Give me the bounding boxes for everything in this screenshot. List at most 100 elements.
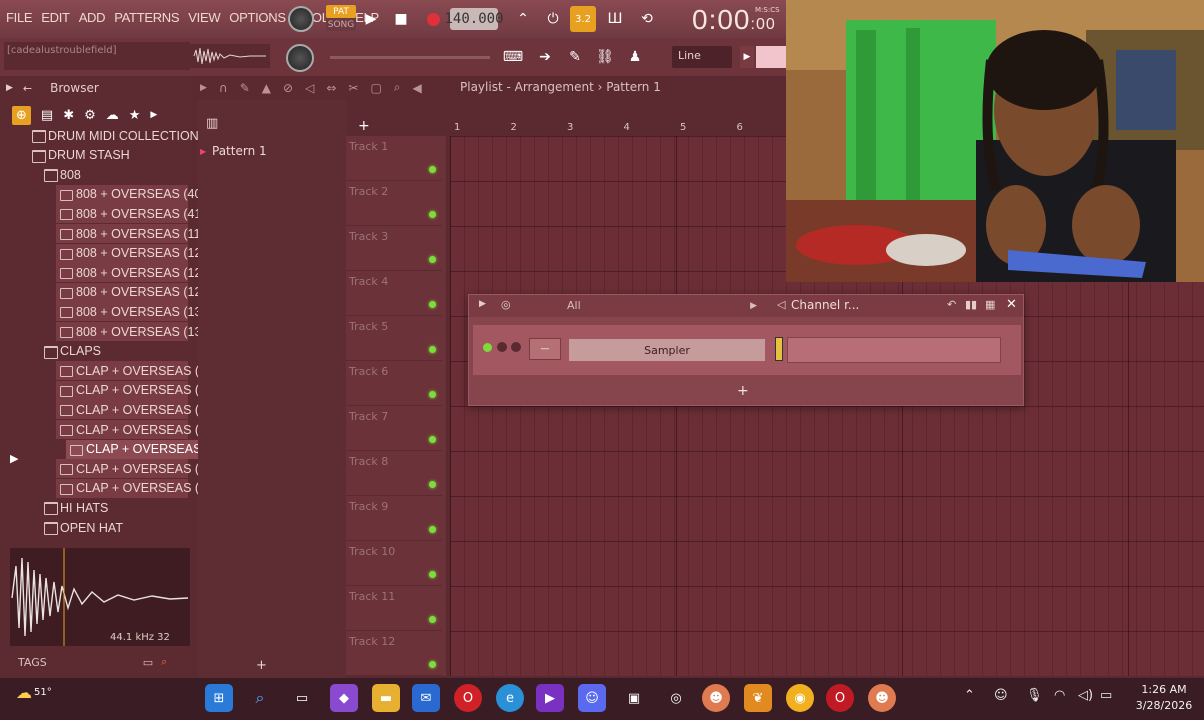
- edge-app[interactable]: e: [496, 684, 524, 712]
- link-button[interactable]: ⛓: [592, 44, 618, 70]
- slice-icon[interactable]: ✂: [348, 81, 358, 95]
- channel-name-button[interactable]: Sampler: [569, 339, 765, 361]
- menu-view[interactable]: VIEW: [188, 10, 220, 25]
- opera-app[interactable]: O: [454, 684, 482, 712]
- browser-folder[interactable]: DRUM STASH: [32, 146, 130, 165]
- fl-studio-app[interactable]: ❦: [744, 684, 772, 712]
- menu-patterns[interactable]: PATTERNS: [114, 10, 179, 25]
- mixer-track-selector[interactable]: —: [529, 338, 561, 360]
- record-button[interactable]: [420, 6, 446, 32]
- track-active-led[interactable]: [429, 616, 436, 623]
- main-slider[interactable]: [330, 56, 490, 59]
- track-active-led[interactable]: [429, 391, 436, 398]
- snap-next-button[interactable]: ▶: [740, 46, 754, 68]
- master-volume-knob[interactable]: [288, 6, 314, 32]
- search-button[interactable]: ⌕: [246, 684, 274, 712]
- microphone-icon[interactable]: 🎙︎: [1026, 688, 1043, 703]
- track-active-led[interactable]: [429, 526, 436, 533]
- tray-overflow-icon[interactable]: ⌃: [964, 688, 975, 703]
- track-active-led[interactable]: [429, 571, 436, 578]
- chevron-right-icon[interactable]: ▶: [150, 110, 157, 120]
- channel-select-indicator[interactable]: [775, 337, 783, 361]
- camera-app[interactable]: ▣: [620, 684, 648, 712]
- pat-song-toggle[interactable]: PAT SONG: [326, 5, 356, 33]
- file-explorer-app[interactable]: ▬: [372, 684, 400, 712]
- opera-gx-app[interactable]: O: [826, 684, 854, 712]
- browser-folder[interactable]: HI HATS: [44, 498, 108, 517]
- track-header[interactable]: Track 8: [346, 451, 442, 496]
- weather-widget[interactable]: ☁ 51°: [16, 683, 52, 702]
- star-icon[interactable]: ★: [129, 108, 141, 123]
- arrow-tool-button[interactable]: ➔: [532, 44, 558, 70]
- track-active-led[interactable]: [429, 166, 436, 173]
- pat-mode[interactable]: PAT: [326, 5, 356, 18]
- browser-file[interactable]: 808 + OVERSEAS (41): [56, 204, 206, 224]
- task-view-button[interactable]: ▭: [288, 684, 316, 712]
- browser-folder[interactable]: OPEN HAT: [44, 518, 123, 537]
- snap-select[interactable]: Line: [672, 46, 732, 68]
- add-channel-button[interactable]: +: [737, 383, 749, 399]
- browser-file[interactable]: CLAP + OVERSEAS (1): [56, 361, 210, 381]
- track-header[interactable]: Track 11: [346, 586, 442, 631]
- browser-file[interactable]: 808 + OVERSEAS (129): [56, 282, 213, 302]
- clock[interactable]: 1:26 AM 3/28/2026: [1128, 682, 1200, 714]
- track-header[interactable]: Track 3: [346, 226, 442, 271]
- browser-file[interactable]: CLAP + OVERSEAS (33): [56, 459, 217, 479]
- volume-knob[interactable]: [511, 342, 521, 352]
- menu-edit[interactable]: EDIT: [41, 10, 70, 25]
- track-active-led[interactable]: [429, 211, 436, 218]
- pattern-item[interactable]: Pattern 1: [198, 144, 328, 162]
- add-track-button[interactable]: +: [358, 118, 370, 134]
- track-active-led[interactable]: [429, 481, 436, 488]
- channel-active-led[interactable]: [483, 343, 492, 352]
- paint-icon[interactable]: ▲: [262, 81, 271, 95]
- browser-file[interactable]: 808 + OVERSEAS (137): [56, 322, 213, 341]
- step-sequencer-pad[interactable]: [787, 337, 1001, 363]
- add-pattern-button[interactable]: +: [256, 658, 267, 673]
- song-mode[interactable]: SONG: [326, 18, 356, 31]
- cloud-icon[interactable]: ☁: [106, 108, 119, 123]
- select-icon[interactable]: ▢: [370, 81, 381, 95]
- channel-filter[interactable]: All ▶: [567, 299, 757, 312]
- piano-icon[interactable]: ▥: [206, 116, 218, 131]
- arrow-left-icon[interactable]: ←: [23, 82, 32, 95]
- menu-add[interactable]: ADD: [79, 10, 106, 25]
- app-icon-2[interactable]: ☻: [868, 684, 896, 712]
- browser-file[interactable]: 808 + OVERSEAS (135): [56, 302, 213, 322]
- track-active-led[interactable]: [429, 436, 436, 443]
- track-active-led[interactable]: [429, 346, 436, 353]
- track-header[interactable]: Track 9: [346, 496, 442, 541]
- loop-record-button[interactable]: ⟲: [634, 6, 660, 32]
- track-header[interactable]: Track 10: [346, 541, 442, 586]
- browser-file[interactable]: 808 + OVERSEAS (117): [56, 224, 212, 243]
- step-edit-button[interactable]: Ш: [602, 6, 628, 32]
- browser-file[interactable]: 808 + OVERSEAS (128): [56, 263, 213, 283]
- obs-app[interactable]: ◎: [662, 684, 690, 712]
- mail-app[interactable]: ✉: [412, 684, 440, 712]
- chrome-app[interactable]: ◉: [786, 684, 814, 712]
- browser-folder[interactable]: DRUM MIDI COLLECTION: [32, 126, 199, 145]
- pan-knob[interactable]: [497, 342, 507, 352]
- swing-icon[interactable]: ◎: [501, 298, 511, 311]
- pencil-icon[interactable]: ✎: [240, 81, 250, 95]
- discord-tray-icon[interactable]: ☺: [994, 688, 1008, 703]
- volume-icon[interactable]: ◁): [1078, 688, 1093, 703]
- undo-icon[interactable]: ↶: [947, 298, 956, 311]
- track-header[interactable]: Track 1: [346, 136, 442, 181]
- playback-icon[interactable]: ◀: [413, 81, 422, 95]
- folder-icon[interactable]: ▭: [143, 656, 153, 669]
- browser-file[interactable]: CLAP + OVERSEAS (5): [56, 380, 210, 400]
- stamp-button[interactable]: ♟: [622, 44, 648, 70]
- chevron-right-icon[interactable]: ▶: [6, 83, 13, 93]
- delete-icon[interactable]: ⊘: [283, 81, 293, 95]
- menu-file[interactable]: FILE: [6, 10, 33, 25]
- browser-file[interactable]: 808 + OVERSEAS (40): [56, 184, 206, 204]
- wait-record-button[interactable]: ⏻: [540, 6, 566, 32]
- wifi-icon[interactable]: ◠: [1054, 688, 1065, 703]
- browser-folder[interactable]: 808: [44, 165, 81, 184]
- tags-label[interactable]: TAGS: [18, 656, 47, 669]
- track-header[interactable]: Track 5: [346, 316, 442, 361]
- track-header[interactable]: Track 2: [346, 181, 442, 226]
- browser-file[interactable]: CLAP + OVERSEAS (18): [56, 420, 217, 439]
- tempo-display[interactable]: 140.000: [445, 8, 504, 30]
